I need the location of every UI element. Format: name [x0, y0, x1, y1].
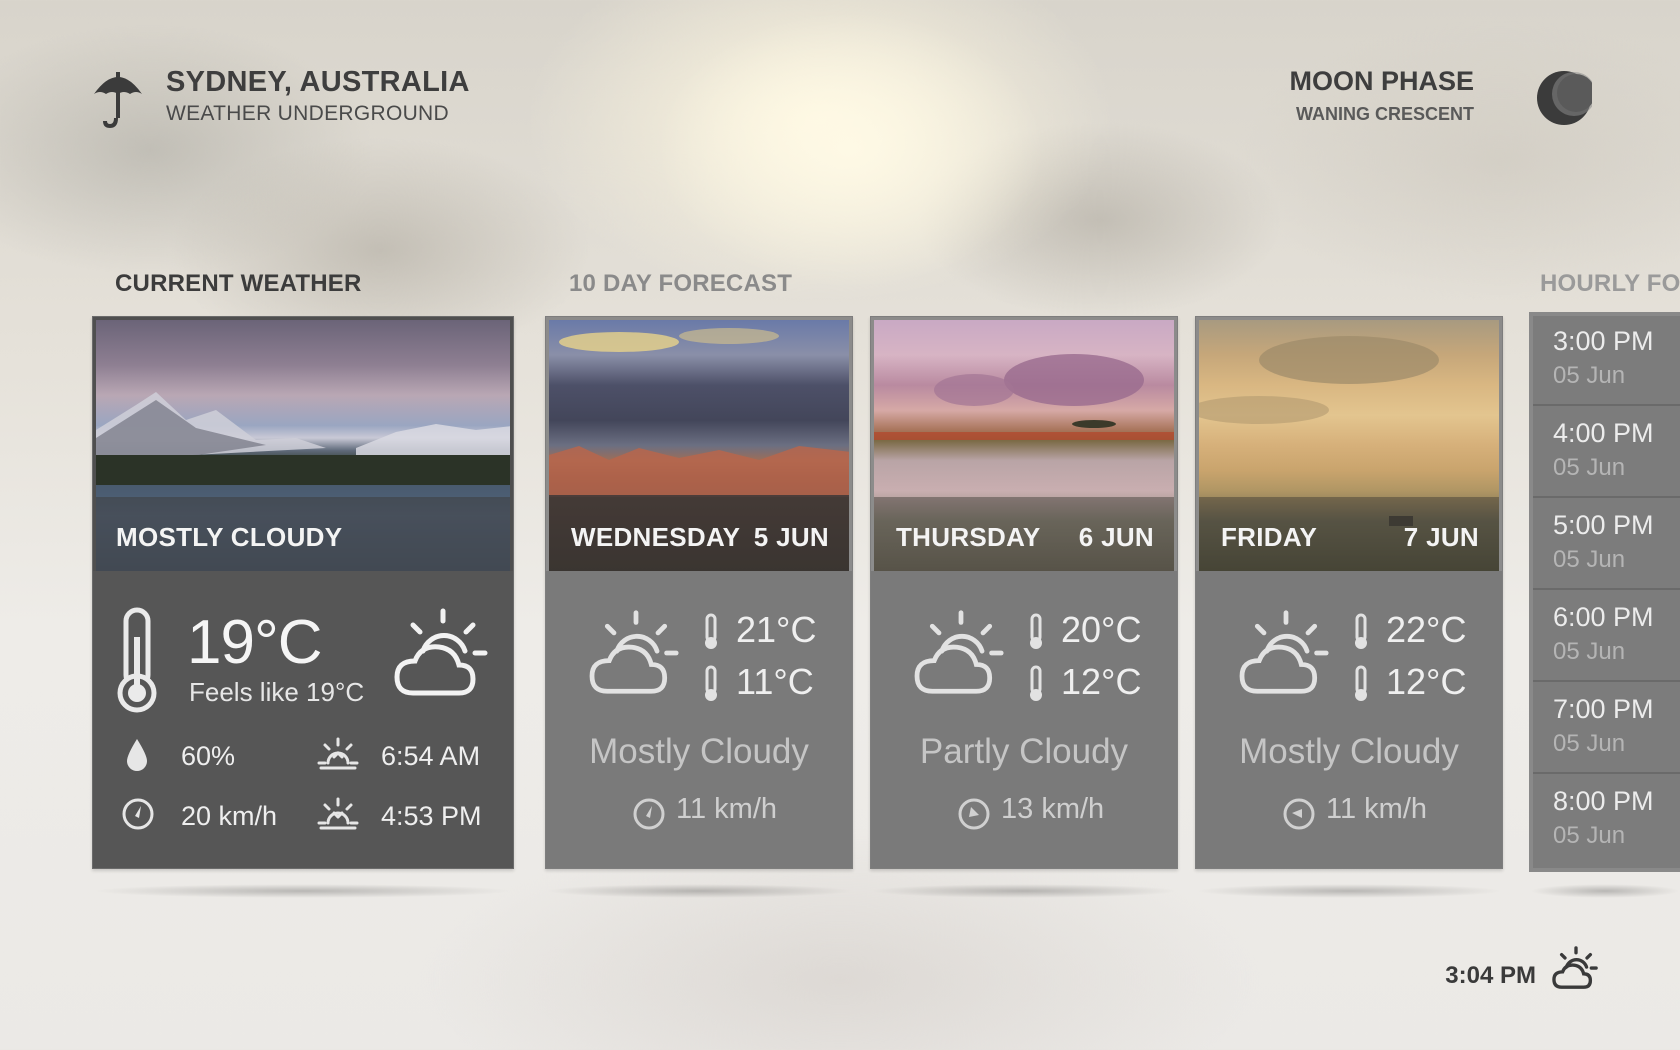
forecast-day: WEDNESDAY — [571, 522, 741, 552]
clock-time: 3:04 PM — [1445, 962, 1536, 989]
card-shadow — [1530, 884, 1680, 898]
thermometer-high-icon — [1030, 613, 1042, 649]
background-sun-glow — [640, 0, 1060, 300]
forecast-wind: 11 km/h — [676, 793, 778, 825]
section-current-weather: CURRENT WEATHER — [115, 270, 362, 297]
wind-compass-icon — [1283, 798, 1315, 830]
forecast-low: 12°C — [1061, 661, 1142, 702]
partly-cloudy-day-icon — [914, 610, 1004, 694]
forecast-wind: 11 km/h — [1326, 793, 1428, 825]
sunset-time: 4:53 PM — [381, 801, 482, 831]
thermometer-low-icon — [1030, 665, 1042, 701]
section-hourly-forecast: HOURLY FORECAST — [1540, 270, 1680, 297]
forecast-condition: Partly Cloudy — [919, 732, 1129, 771]
thermometer-high-icon — [705, 613, 717, 649]
hourly-date: 05 Jun — [1553, 730, 1626, 757]
humidity-drop-icon — [127, 739, 147, 771]
hourly-time: 5:00 PM — [1553, 510, 1654, 540]
current-condition: MOSTLY CLOUDY — [116, 522, 343, 552]
sunset-icon — [317, 797, 359, 830]
sunrise-time: 6:54 AM — [381, 741, 481, 771]
partly-cloudy-day-icon — [589, 610, 679, 694]
hourly-time: 6:00 PM — [1553, 602, 1654, 632]
hourly-row[interactable]: 5:00 PM 05 Jun — [1533, 500, 1680, 590]
forecast-date: 7 JUN — [1403, 522, 1479, 552]
location-title: SYDNEY, AUSTRALIA — [166, 66, 470, 98]
forecast-low: 11°C — [736, 661, 814, 702]
thermometer-low-icon — [705, 665, 717, 701]
section-ten-day-forecast: 10 DAY FORECAST — [569, 270, 793, 297]
hourly-time: 8:00 PM — [1553, 786, 1654, 816]
hourly-row[interactable]: 7:00 PM 05 Jun — [1533, 684, 1680, 774]
card-shadow — [870, 884, 1178, 898]
current-weather-photo: MOSTLY CLOUDY — [96, 320, 510, 571]
hourly-date: 05 Jun — [1553, 546, 1626, 573]
forecast-card-wednesday[interactable]: WEDNESDAY 5 JUN 21°C 11°C Mostly Cloudy … — [545, 316, 853, 869]
feels-like: Feels like 19°C — [189, 677, 365, 707]
hourly-row[interactable]: 8:00 PM 05 Jun — [1533, 776, 1680, 864]
forecast-card-friday[interactable]: FRIDAY 7 JUN 22°C 12°C Mostly Cloudy 11 … — [1195, 316, 1503, 869]
hourly-date: 05 Jun — [1553, 362, 1626, 389]
forecast-day: FRIDAY — [1221, 522, 1318, 552]
current-weather-card[interactable]: MOSTLY CLOUDY 19°C Feels like 19°C 60% 6… — [92, 316, 514, 869]
forecast-high: 22°C — [1386, 609, 1467, 650]
thermometer-low-icon — [1355, 665, 1367, 701]
partly-cloudy-day-icon — [394, 608, 488, 696]
forecast-photo-canyon: WEDNESDAY 5 JUN — [549, 320, 849, 571]
hourly-forecast-panel[interactable]: 3:00 PM 05 Jun 4:00 PM 05 Jun 5:00 PM 05… — [1529, 312, 1680, 872]
hourly-time: 4:00 PM — [1553, 418, 1654, 448]
forecast-date: 6 JUN — [1078, 522, 1154, 552]
wind-compass-icon — [122, 798, 154, 830]
card-shadow — [92, 884, 514, 898]
forecast-condition: Mostly Cloudy — [589, 732, 809, 771]
hourly-row[interactable]: 3:00 PM 05 Jun — [1533, 316, 1680, 406]
hourly-time: 3:00 PM — [1553, 326, 1654, 356]
moon-phase-value: WANING CRESCENT — [1295, 104, 1474, 124]
forecast-high: 20°C — [1061, 609, 1142, 650]
hourly-date: 05 Jun — [1553, 822, 1626, 849]
humidity-value: 60% — [181, 741, 236, 771]
hourly-date: 05 Jun — [1553, 454, 1626, 481]
sunrise-icon — [317, 737, 359, 770]
forecast-photo-field: FRIDAY 7 JUN — [1199, 320, 1499, 571]
forecast-photo-lake: THURSDAY 6 JUN — [874, 320, 1174, 571]
moon-phase-title: MOON PHASE — [1289, 66, 1474, 96]
forecast-low: 12°C — [1386, 661, 1467, 702]
umbrella-icon — [94, 72, 142, 129]
partly-cloudy-day-icon — [1552, 946, 1598, 989]
hourly-row[interactable]: 6:00 PM 05 Jun — [1533, 592, 1680, 682]
hourly-date: 05 Jun — [1553, 638, 1626, 665]
card-shadow — [1195, 884, 1503, 898]
weather-provider: WEATHER UNDERGROUND — [166, 102, 449, 125]
crescent-moon-icon — [1537, 71, 1592, 125]
forecast-day: THURSDAY — [896, 522, 1041, 552]
wind-speed: 20 km/h — [181, 801, 278, 831]
current-temperature: 19°C — [187, 608, 323, 677]
thermometer-icon — [117, 607, 157, 713]
hourly-row[interactable]: 4:00 PM 05 Jun — [1533, 408, 1680, 498]
forecast-high: 21°C — [736, 609, 817, 650]
wind-compass-icon — [958, 798, 990, 830]
thermometer-high-icon — [1355, 613, 1367, 649]
forecast-card-thursday[interactable]: THURSDAY 6 JUN 20°C 12°C Partly Cloudy 1… — [870, 316, 1178, 869]
card-shadow — [545, 884, 853, 898]
hourly-time: 7:00 PM — [1553, 694, 1654, 724]
wind-compass-icon — [633, 798, 665, 830]
forecast-date: 5 JUN — [753, 522, 829, 552]
forecast-condition: Mostly Cloudy — [1239, 732, 1459, 771]
forecast-wind: 13 km/h — [1001, 793, 1105, 825]
partly-cloudy-day-icon — [1239, 610, 1329, 694]
